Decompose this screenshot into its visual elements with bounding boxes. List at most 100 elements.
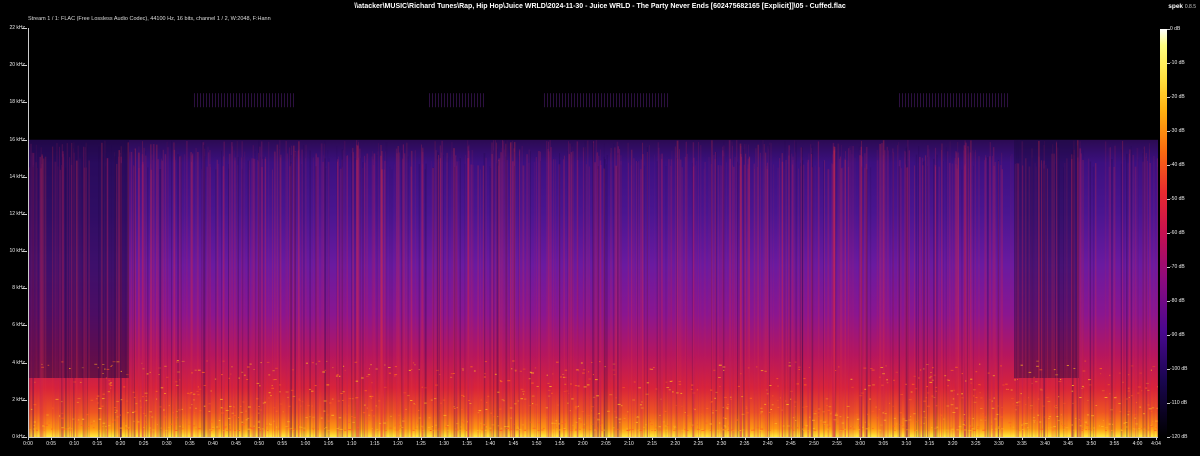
spectral-speckle (383, 422, 387, 424)
spectral-speckle (348, 397, 350, 399)
spectral-speckle (756, 427, 760, 429)
spectral-speckle (120, 399, 123, 401)
time-tick-label: 2:50 (809, 441, 819, 447)
spectral-speckle (931, 379, 934, 381)
spectral-streak (700, 145, 702, 437)
spectral-speckle (561, 423, 563, 425)
spectral-speckle (548, 389, 551, 391)
spectral-speckle (73, 381, 76, 383)
spectral-streak (807, 159, 809, 437)
spectral-streak (919, 156, 921, 437)
spectral-speckle (424, 402, 427, 404)
spectral-speckle (135, 430, 138, 431)
spectral-speckle (633, 381, 636, 383)
time-tick-mark (605, 437, 607, 440)
time-tick-label: 4:00 (1132, 441, 1143, 447)
spectral-speckle (233, 429, 237, 431)
spectral-speckle (446, 425, 449, 426)
spectral-speckle (268, 374, 271, 376)
spectral-speckle (248, 406, 251, 408)
spectral-speckle (599, 361, 601, 363)
spectral-streak (736, 140, 738, 437)
spectral-streak (382, 160, 384, 437)
spectral-streak (175, 160, 176, 437)
spectral-speckle (956, 429, 959, 431)
spectral-speckle (275, 426, 278, 428)
spectral-speckle (507, 427, 509, 428)
spectral-streak (779, 158, 781, 437)
spectral-speckle (839, 416, 842, 418)
spectral-streak (509, 148, 511, 437)
db-tick-label: -110 dB (1170, 400, 1188, 406)
spectral-speckle (504, 426, 507, 428)
spectral-speckle (534, 404, 538, 406)
spectral-streak (441, 140, 443, 437)
spectral-speckle (1083, 387, 1085, 389)
spectral-speckle (355, 380, 359, 382)
spectral-speckle (989, 399, 991, 401)
spectral-streak (762, 139, 764, 437)
spectral-streak (594, 162, 596, 437)
spectrogram-plot[interactable] (28, 28, 1158, 438)
spectral-speckle (597, 421, 601, 423)
spectral-speckle (857, 429, 861, 430)
spectral-speckle (41, 366, 44, 368)
spectral-speckle (1059, 429, 1061, 431)
spectral-speckle (1046, 423, 1048, 425)
spectral-speckle (950, 369, 954, 371)
db-tick-mark (1167, 369, 1170, 370)
spectral-streak (992, 156, 993, 437)
spectral-speckle (760, 407, 763, 409)
spectral-streak (1082, 150, 1084, 437)
spectral-speckle (790, 398, 792, 400)
spectral-speckle (438, 374, 441, 375)
spectral-streak (929, 156, 930, 437)
spectral-speckle (764, 370, 767, 372)
spectral-speckle (111, 421, 114, 423)
spectral-speckle (555, 420, 558, 422)
hf-artifact (959, 93, 960, 108)
spectral-streak (111, 145, 112, 437)
spectral-streak (592, 140, 593, 437)
spectral-speckle (730, 398, 732, 400)
spectral-speckle (694, 409, 696, 411)
hf-artifact (215, 93, 216, 108)
spectral-streak (1076, 145, 1078, 437)
hf-artifact (284, 93, 285, 108)
spectral-speckle (516, 426, 519, 428)
spectral-speckle (635, 421, 638, 423)
spectral-speckle (90, 399, 94, 401)
spectral-streak (723, 141, 725, 437)
hf-artifact (432, 93, 433, 108)
spectral-speckle (520, 398, 523, 400)
spectral-speckle (547, 382, 550, 384)
spectral-speckle (1029, 407, 1032, 409)
spectral-speckle (1112, 423, 1114, 425)
spectral-speckle (826, 405, 828, 407)
spectral-speckle (709, 423, 712, 425)
spectral-streak (1095, 163, 1097, 437)
spectral-streak (372, 165, 375, 437)
spectral-speckle (551, 392, 553, 394)
spectral-speckle (1127, 374, 1130, 376)
spectral-speckle (664, 425, 667, 427)
spectral-speckle (490, 412, 493, 414)
spectral-speckle (660, 398, 662, 400)
time-tick-label: 3:00 (855, 441, 865, 447)
spectral-streak (614, 147, 616, 437)
spectral-streak (39, 156, 41, 437)
spectral-speckle (993, 397, 995, 399)
spectral-speckle (924, 417, 926, 419)
outro-band (1014, 139, 1079, 378)
hf-artifact (932, 93, 933, 108)
spectral-speckle (1060, 379, 1062, 380)
spectral-speckle (973, 429, 976, 431)
spectral-speckle (367, 374, 371, 376)
spectral-speckle (299, 426, 302, 428)
spectral-speckle (252, 427, 255, 429)
spectral-speckle (1015, 405, 1019, 407)
spectral-speckle (102, 393, 105, 395)
spectral-speckle (241, 421, 244, 423)
spectral-speckle (868, 425, 870, 427)
spectral-speckle (108, 383, 112, 385)
